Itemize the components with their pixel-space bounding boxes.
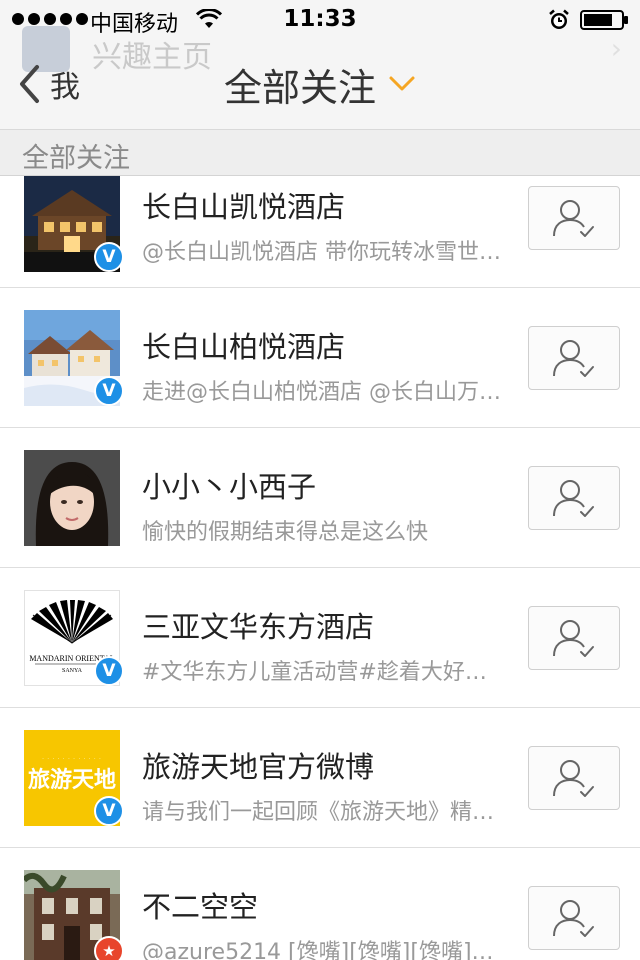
list-item[interactable]: · · · · · · · · · · · · 旅游天地 V 旅游天地官方微博 … xyxy=(0,708,640,848)
svg-text:SANYA: SANYA xyxy=(62,668,83,674)
verified-icon: V xyxy=(94,242,124,272)
followed-user-icon xyxy=(553,620,594,657)
verified-icon: V xyxy=(94,656,124,686)
verified-icon: V xyxy=(94,376,124,406)
title-dropdown[interactable]: 全部关注 xyxy=(0,60,640,110)
portrait-photo-icon xyxy=(24,450,120,546)
top-chrome: 兴趣主页 › 中国移动 11:33 我 全部关注 xyxy=(0,0,640,130)
star-badge-icon: ★ xyxy=(94,936,124,960)
followed-button[interactable] xyxy=(528,466,620,530)
user-name[interactable]: 旅游天地官方微博 xyxy=(142,744,374,786)
status-time: 11:33 xyxy=(283,6,357,32)
verified-icon: V xyxy=(94,796,124,826)
svg-text:旅游天地: 旅游天地 xyxy=(28,767,116,793)
user-description: @长白山凯悦酒店 带你玩转冰雪世界… xyxy=(142,240,502,265)
followed-button[interactable] xyxy=(528,606,620,670)
followed-user-icon xyxy=(553,900,594,937)
followed-button[interactable] xyxy=(528,186,620,250)
status-bar: 中国移动 11:33 xyxy=(0,0,640,40)
user-name[interactable]: 小小丶小西子 xyxy=(142,464,316,506)
page-title: 全部关注 xyxy=(223,65,376,110)
avatar xyxy=(24,450,120,546)
followed-user-icon xyxy=(553,340,594,377)
user-description: 请与我们一起回顾《旅游天地》精彩… xyxy=(142,800,502,825)
user-name[interactable]: 长白山凯悦酒店 xyxy=(142,184,345,226)
user-name[interactable]: 长白山柏悦酒店 xyxy=(142,324,345,366)
followed-button[interactable] xyxy=(528,326,620,390)
svg-text:· · · · · · · · · · · ·: · · · · · · · · · · · · xyxy=(42,756,102,762)
section-header: 全部关注 xyxy=(0,130,640,176)
user-description: #文华东方儿童活动营#趁着大好时光… xyxy=(142,660,502,685)
followed-button[interactable] xyxy=(528,886,620,950)
alarm-clock-icon xyxy=(548,9,570,37)
user-description: 走进@长白山柏悦酒店 @长白山万达… xyxy=(142,380,502,405)
followed-button[interactable] xyxy=(528,746,620,810)
list-item[interactable]: ★ 不二空空 @azure5214 [馋嘴][馋嘴][馋嘴]… xyxy=(0,848,640,960)
follow-list[interactable]: V 长白山凯悦酒店 @长白山凯悦酒店 带你玩转冰雪世界… V 长白山柏悦酒店 走… xyxy=(0,176,640,960)
list-item[interactable]: V 长白山柏悦酒店 走进@长白山柏悦酒店 @长白山万达… xyxy=(0,288,640,428)
followed-user-icon xyxy=(553,200,594,237)
user-name[interactable]: 三亚文华东方酒店 xyxy=(142,604,374,646)
followed-user-icon xyxy=(553,480,594,517)
followed-user-icon xyxy=(553,760,594,797)
list-item[interactable]: V 长白山凯悦酒店 @长白山凯悦酒店 带你玩转冰雪世界… xyxy=(0,176,640,288)
battery-icon xyxy=(580,10,630,36)
section-header-label: 全部关注 xyxy=(22,143,130,174)
list-item[interactable]: MANDARIN ORIENTAL SANYA V 三亚文华东方酒店 #文华东方… xyxy=(0,568,640,708)
user-description: 愉快的假期结束得总是这么快 xyxy=(142,520,429,545)
navigation-bar: 我 全部关注 xyxy=(0,40,640,128)
user-name[interactable]: 不二空空 xyxy=(142,884,258,926)
list-item[interactable]: 小小丶小西子 愉快的假期结束得总是这么快 xyxy=(0,428,640,568)
user-description: @azure5214 [馋嘴][馋嘴][馋嘴]… xyxy=(142,940,494,960)
chevron-down-icon xyxy=(389,76,415,91)
